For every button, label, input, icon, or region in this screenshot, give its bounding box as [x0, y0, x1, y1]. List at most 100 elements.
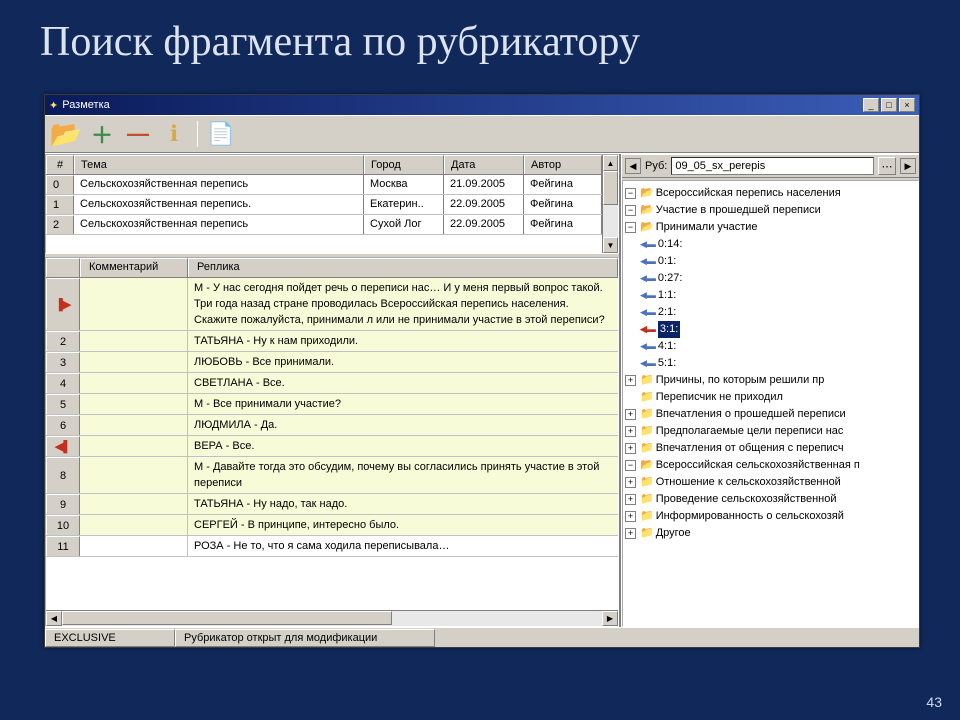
cell-comment[interactable]: [80, 436, 188, 456]
tree-leaf[interactable]: 1:1:: [658, 287, 676, 304]
tree-node[interactable]: Всероссийская сельскохозяйственная п: [656, 457, 860, 474]
browse-button[interactable]: ⋯: [878, 157, 896, 175]
expand-icon[interactable]: +: [625, 375, 636, 386]
tree-node[interactable]: Проведение сельскохозяйственной: [656, 491, 837, 508]
cell-comment[interactable]: [80, 394, 188, 414]
col-theme[interactable]: Тема: [74, 155, 364, 174]
tree-node[interactable]: Впечатления о прошедшей переписи: [656, 406, 846, 423]
cell-comment[interactable]: [80, 278, 188, 330]
folder-icon: 📁: [640, 474, 654, 491]
close-button[interactable]: ×: [899, 98, 915, 112]
cell-reply: ВЕРА - Все.: [188, 436, 618, 456]
table-row[interactable]: 0Сельскохозяйственная переписьМосква21.0…: [46, 175, 602, 195]
tree-node[interactable]: Другое: [656, 525, 691, 542]
remove-button[interactable]: —: [123, 119, 153, 149]
tree-leaf[interactable]: 0:27:: [658, 270, 682, 287]
tree-node[interactable]: Информированность о сельскохозяй: [656, 508, 844, 525]
rubricator-input[interactable]: [671, 157, 874, 175]
sessions-grid[interactable]: # Тема Город Дата Автор 0Сельскохозяйств…: [45, 154, 619, 254]
scroll-down-button[interactable]: ▼: [603, 237, 618, 253]
tree-leaf[interactable]: 5:1:: [658, 355, 676, 372]
cell-date: 21.09.2005: [444, 175, 524, 194]
col-date[interactable]: Дата: [444, 155, 524, 174]
transcript-row[interactable]: 10СЕРГЕЙ - В принципе, интересно было.: [46, 515, 618, 536]
tree-leaf[interactable]: 0:1:: [658, 253, 676, 270]
minimize-button[interactable]: _: [863, 98, 879, 112]
open-folder-button[interactable]: 📂: [51, 119, 81, 149]
scroll-up-button[interactable]: ▲: [603, 155, 618, 171]
rubricator-tree[interactable]: −📂 Всероссийская перепись населения −📂 У…: [622, 180, 919, 627]
nav-prev-button[interactable]: ◀: [625, 158, 641, 174]
transcript-row[interactable]: 3ЛЮБОВЬ - Все принимали.: [46, 352, 618, 373]
tree-leaf[interactable]: 2:1:: [658, 304, 676, 321]
expand-icon[interactable]: +: [625, 409, 636, 420]
transcript-row[interactable]: 9ТАТЬЯНА - Ну надо, так надо.: [46, 494, 618, 515]
timestamp-icon: ◀▬: [640, 304, 656, 321]
transcript-row[interactable]: 4СВЕТЛАНА - Все.: [46, 373, 618, 394]
scroll-right-button[interactable]: ▶: [602, 611, 618, 626]
cell-comment[interactable]: [80, 373, 188, 393]
col-city[interactable]: Город: [364, 155, 444, 174]
timestamp-icon: ◀▬: [640, 253, 656, 270]
table-row[interactable]: 1Сельскохозяйственная перепись.Екатерин.…: [46, 195, 602, 215]
app-icon: ✦: [49, 99, 58, 112]
cell-reply: ЛЮБОВЬ - Все принимали.: [188, 352, 618, 372]
expand-icon[interactable]: +: [625, 426, 636, 437]
notes-button[interactable]: 📄: [206, 119, 236, 149]
slide-title: Поиск фрагмента по рубрикатору: [0, 0, 960, 74]
table-row[interactable]: 2Сельскохозяйственная переписьСухой Лог2…: [46, 215, 602, 235]
maximize-button[interactable]: □: [881, 98, 897, 112]
transcript-row[interactable]: 8М - Давайте тогда это обсудим, почему в…: [46, 457, 618, 494]
collapse-icon[interactable]: −: [625, 205, 636, 216]
transcript-row[interactable]: 5М - Все принимали участие?: [46, 394, 618, 415]
add-button[interactable]: ＋: [87, 119, 117, 149]
cell-comment[interactable]: [80, 457, 188, 493]
info-button[interactable]: ℹ: [159, 119, 189, 149]
expand-icon[interactable]: +: [625, 511, 636, 522]
scrollbar-vertical[interactable]: ▲ ▼: [602, 155, 618, 253]
timestamp-icon: ◀▬: [640, 321, 656, 338]
cell-comment[interactable]: [80, 536, 188, 556]
nav-next-button[interactable]: ▶: [900, 158, 916, 174]
tree-node[interactable]: Принимали участие: [656, 219, 758, 236]
collapse-icon[interactable]: −: [625, 460, 636, 471]
tree-node[interactable]: Отношение к сельскохозяйственной: [656, 474, 841, 491]
col-reply[interactable]: Реплика: [188, 258, 618, 277]
tree-leaf[interactable]: 3:1:: [658, 321, 680, 338]
cell-comment[interactable]: [80, 415, 188, 435]
expand-icon[interactable]: +: [625, 477, 636, 488]
scrollbar-horizontal[interactable]: ◀ ▶: [46, 610, 618, 626]
scroll-left-button[interactable]: ◀: [46, 611, 62, 626]
transcript-row[interactable]: ◀▌ВЕРА - Все.: [46, 436, 618, 457]
col-comment[interactable]: Комментарий: [80, 258, 188, 277]
cell-reply: М - Давайте тогда это обсудим, почему вы…: [188, 457, 618, 493]
expand-icon[interactable]: +: [625, 443, 636, 454]
cell-comment[interactable]: [80, 331, 188, 351]
collapse-icon[interactable]: −: [625, 188, 636, 199]
tree-node[interactable]: Причины, по которым решили пр: [656, 372, 825, 389]
transcript-row[interactable]: 2ТАТЬЯНА - Ну к нам приходили.: [46, 331, 618, 352]
tree-node[interactable]: Участие в прошедшей переписи: [656, 202, 821, 219]
expand-icon[interactable]: +: [625, 528, 636, 539]
col-number[interactable]: #: [46, 155, 74, 174]
cell-comment[interactable]: [80, 494, 188, 514]
transcript-row[interactable]: 6ЛЮДМИЛА - Да.: [46, 415, 618, 436]
tree-node[interactable]: Переписчик не приходил: [656, 389, 783, 406]
cell-comment[interactable]: [80, 352, 188, 372]
tree-node[interactable]: Предполагаемые цели переписи нас: [656, 423, 844, 440]
row-index: 0: [46, 175, 74, 194]
tree-leaf[interactable]: 0:14:: [658, 236, 682, 253]
tree-node[interactable]: Всероссийская перепись населения: [656, 185, 841, 202]
expand-icon[interactable]: +: [625, 494, 636, 505]
collapse-icon[interactable]: −: [625, 222, 636, 233]
grid-header: # Тема Город Дата Автор: [46, 155, 602, 175]
transcript-row[interactable]: 11РОЗА - Не то, что я сама ходила перепи…: [46, 536, 618, 557]
col-author[interactable]: Автор: [524, 155, 602, 174]
transcript-row[interactable]: ▐▶М - У нас сегодня пойдет речь о перепи…: [46, 278, 618, 331]
scroll-thumb[interactable]: [603, 171, 618, 205]
cell-comment[interactable]: [80, 515, 188, 535]
tree-node[interactable]: Впечатления от общения с переписч: [656, 440, 844, 457]
tree-leaf[interactable]: 4:1:: [658, 338, 676, 355]
scroll-thumb[interactable]: [62, 611, 392, 625]
transcript-grid[interactable]: Комментарий Реплика ▐▶М - У нас сегодня …: [46, 258, 618, 626]
